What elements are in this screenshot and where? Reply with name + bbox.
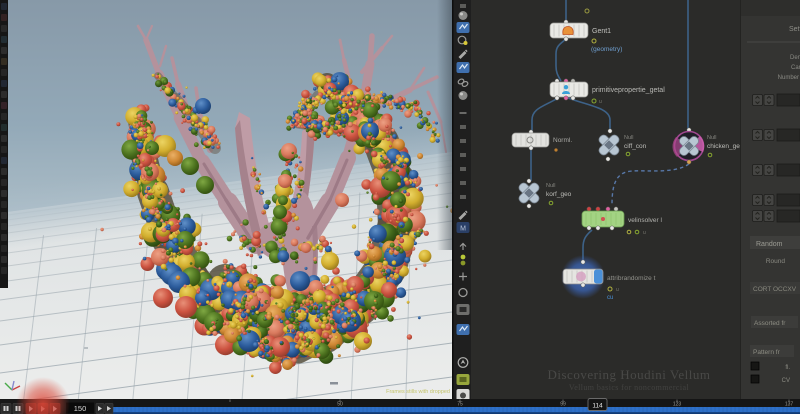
svg-text:Dens: Dens [790,55,800,61]
svg-text:CV: CV [782,378,790,384]
svg-text:Card: Card [791,65,800,71]
svg-text:Setti: Setti [789,26,800,33]
svg-text:Number o: Number o [778,75,800,81]
svg-text:75: 75 [457,402,463,408]
svg-text:ciff_con: ciff_con [624,143,647,150]
svg-text:Frames stills with dropped: Frames stills with dropped [386,389,450,395]
svg-text:99: 99 [560,402,566,408]
svg-text:Random: Random [756,241,783,248]
svg-text:Null: Null [624,135,633,141]
svg-text:u: u [599,99,602,105]
svg-text:primitivepropertie_getal: primitivepropertie_getal [592,87,665,94]
svg-text:Gent1: Gent1 [592,28,611,35]
svg-text:150: 150 [74,404,87,413]
svg-text:velinsolver l: velinsolver l [628,217,663,224]
svg-text:Null: Null [707,135,716,141]
svg-text:M: M [460,226,466,233]
svg-text:50: 50 [337,402,343,408]
svg-text:cu: cu [607,295,613,301]
svg-text:Round: Round [766,258,786,265]
svg-text:fl.: fl. [785,365,790,371]
svg-text:korf_geo: korf_geo [546,191,572,198]
svg-text:114: 114 [592,403,603,410]
svg-text:chicken_geo: chicken_geo [707,143,744,150]
svg-text:Pattern fr: Pattern fr [753,349,781,356]
svg-text:123: 123 [673,402,682,408]
svg-text:137: 137 [785,402,794,408]
svg-text:Vellum basics for noncommercia: Vellum basics for noncommercial [569,383,690,392]
svg-text:Assorted fr: Assorted fr [754,320,786,327]
svg-text:u: u [616,287,619,293]
svg-text:u: u [643,230,646,236]
svg-text:Norml.: Norml. [553,137,572,144]
svg-text:(geometry): (geometry) [591,46,622,53]
svg-text:Discovering Houdini Vellum: Discovering Houdini Vellum [548,367,711,382]
svg-text:Null: Null [546,183,555,189]
svg-text:CORT OCCXV: CORT OCCXV [753,286,797,293]
svg-text:attribrandomize t: attribrandomize t [607,275,656,282]
